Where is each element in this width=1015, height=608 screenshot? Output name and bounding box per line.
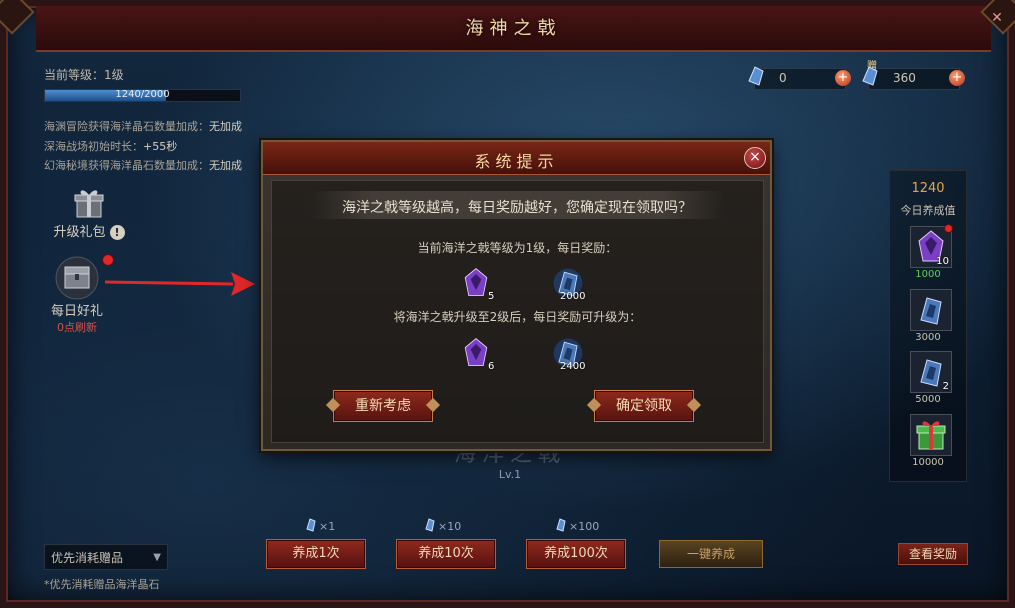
cultivate-cost: ×1: [305, 518, 336, 533]
confirm-claim-button[interactable]: 确定领取: [594, 390, 694, 422]
refresh-time: 0点刷新: [57, 321, 97, 334]
one-key-cultivate-button[interactable]: 一键养成: [659, 540, 763, 568]
daily-gift-label: 每日好礼: [50, 304, 103, 319]
crystal-balance: 0 +: [748, 66, 851, 90]
bonus-value: +55秒: [143, 140, 178, 153]
reward-slot[interactable]: [910, 414, 952, 456]
current-reward-line: 当前海洋之戟等级为1级，每日奖励：: [417, 241, 618, 255]
crystal-amount: 0: [779, 71, 787, 85]
priority-note: *优先消耗赠品海洋晶石: [44, 578, 160, 591]
gift-box-icon: [68, 185, 110, 221]
item-quantity: 6: [488, 361, 495, 372]
reward-slot[interactable]: [910, 289, 952, 331]
chevron-down-icon: ▼: [153, 552, 161, 563]
bonus-line: 幻海秘境获得海洋晶石数量加成：无加成: [44, 157, 242, 173]
item-quantity: 2400: [560, 361, 586, 372]
today-value: 1240: [911, 181, 945, 196]
add-crystal-button[interactable]: +: [835, 70, 851, 86]
add-gift-crystal-button[interactable]: +: [949, 70, 965, 86]
ocean-crystal-icon: [306, 518, 316, 532]
treasure-chest-icon: [53, 256, 101, 300]
reward-threshold: 5000: [915, 394, 941, 405]
bonus-value: 无加成: [209, 159, 242, 172]
notification-dot: [102, 254, 114, 266]
weapon-level: Lv.1: [498, 468, 522, 481]
priority-select-value: 优先消耗赠品: [51, 551, 124, 565]
cost-value: ×10: [438, 520, 462, 533]
ocean-crystal-icon: [425, 518, 435, 532]
cultivate-10-button[interactable]: 养成10次: [396, 539, 496, 569]
ocean-crystal-icon: [748, 66, 764, 86]
xp-text: 1240/2000: [115, 89, 170, 100]
bonus-line: 深海战场初始时长：+55秒: [44, 138, 177, 154]
ocean-crystal-icon: [556, 518, 566, 532]
item-quantity: 5: [488, 291, 495, 302]
gift-crystal-amount: 360: [893, 71, 916, 85]
daily-cultivation-panel: 1240 今日养成值 10 1000 3000 2 5000 10000: [889, 170, 967, 482]
reward-count: 10: [936, 256, 949, 267]
window-close-icon[interactable]: ✕: [989, 10, 1005, 26]
upgrade-gift-label: 升级礼包: [53, 225, 106, 240]
system-prompt-dialog: 系统提示 × 海洋之戟等级越高，每日奖励越好，您确定现在领取吗？ 当前海洋之戟等…: [261, 140, 772, 451]
today-label: 今日养成值: [900, 204, 956, 217]
cost-value: ×1: [319, 520, 336, 533]
item-quantity: 2000: [560, 291, 586, 302]
reward-threshold: 3000: [915, 332, 941, 343]
level-label: 当前等级：1级: [44, 68, 124, 82]
gift-crystal-balance: 赠 360 +: [862, 61, 965, 90]
bonus-label: 深海战场初始时长：: [44, 140, 143, 153]
xp-progress-bar: 1240/2000: [44, 89, 241, 102]
question-text: 海洋之戟等级越高，每日奖励越好，您确定现在领取吗？: [342, 200, 692, 216]
info-icon[interactable]: !: [109, 225, 125, 240]
upgrade-reward-line: 将海洋之戟升级至2级后，每日奖励可升级为：: [393, 310, 642, 324]
blue-crystal-icon: [920, 297, 942, 325]
reward-threshold: 1000: [915, 269, 941, 280]
bonus-value: 无加成: [209, 120, 242, 133]
ocean-crystal-icon: [862, 66, 878, 86]
question-banner: 海洋之戟等级越高，每日奖励越好，您确定现在领取吗？: [310, 191, 724, 219]
view-rewards-button[interactable]: 查看奖励: [898, 543, 968, 565]
bonus-line: 海渊冒险获得海洋晶石数量加成：无加成: [44, 118, 242, 134]
bonus-label: 幻海秘境获得海洋晶石数量加成：: [44, 159, 209, 172]
title-bar: 海神之戟: [36, 6, 991, 52]
cultivate-1-button[interactable]: 养成1次: [266, 539, 366, 569]
corner-ornament: [0, 0, 35, 35]
reconsider-button[interactable]: 重新考虑: [333, 390, 433, 422]
cultivate-cost: ×100: [555, 518, 600, 533]
cultivate-100-button[interactable]: 养成100次: [526, 539, 626, 569]
reward-slot[interactable]: 2: [910, 351, 952, 393]
upgrade-gift[interactable]: 升级礼包!: [44, 185, 134, 240]
notification-dot: [944, 224, 953, 233]
reward-count: 2: [942, 381, 949, 392]
priority-select[interactable]: 优先消耗赠品 ▼: [44, 544, 168, 570]
bonus-label: 海渊冒险获得海洋晶石数量加成：: [44, 120, 209, 133]
cultivate-cost: ×10: [424, 518, 462, 533]
dialog-title: 系统提示: [474, 152, 559, 171]
gift-box-icon: [916, 421, 946, 450]
close-icon[interactable]: ×: [744, 147, 766, 169]
reward-threshold: 10000: [912, 457, 944, 468]
window-title: 海神之戟: [465, 18, 562, 39]
dialog-header: 系统提示 ×: [263, 142, 770, 175]
pointer-arrow-icon: [105, 272, 255, 296]
cost-value: ×100: [569, 520, 600, 533]
